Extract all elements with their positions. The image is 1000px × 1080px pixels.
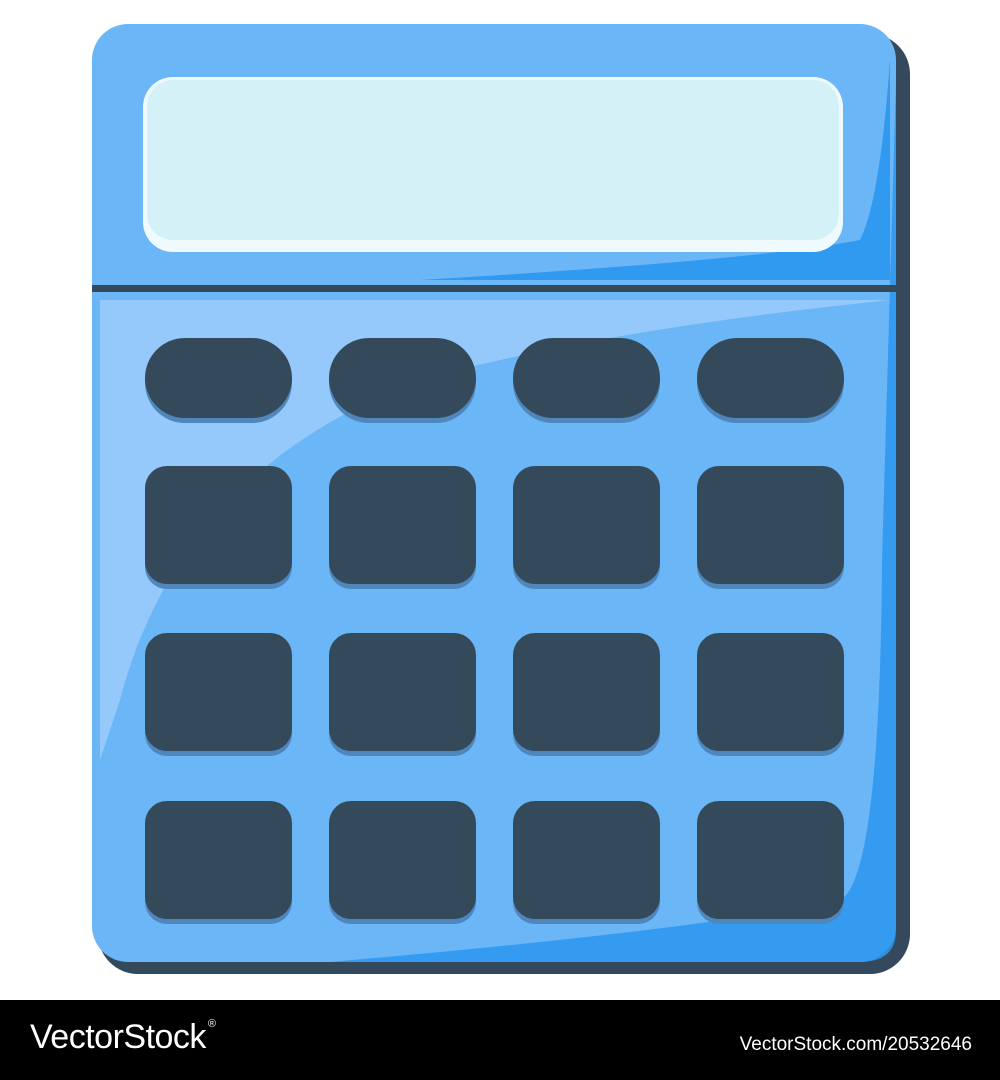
calculator-key	[697, 466, 844, 584]
watermark-logo: VectorStock ®	[30, 1018, 216, 1057]
calculator-key	[329, 633, 476, 751]
calculator-key	[697, 338, 844, 418]
watermark-logo-text: VectorStock	[30, 1018, 206, 1056]
calculator-key	[329, 338, 476, 418]
calculator-key	[329, 466, 476, 584]
calculator-illustration	[92, 24, 910, 974]
calculator-key	[697, 801, 844, 919]
registered-mark: ®	[207, 1018, 216, 1030]
calculator-key	[513, 801, 660, 919]
panel-divider	[92, 285, 896, 292]
calculator-key	[513, 633, 660, 751]
calculator-key	[697, 633, 844, 751]
watermark-stock-id: VectorStock.com/20532646	[739, 1034, 972, 1055]
calculator-key	[329, 801, 476, 919]
calculator-key	[145, 466, 292, 584]
display-screen	[147, 80, 839, 240]
calculator-key	[145, 801, 292, 919]
watermark-bar: VectorStock ® VectorStock.com/20532646	[0, 1000, 1000, 1080]
calculator-key	[145, 338, 292, 418]
calculator-key	[513, 338, 660, 418]
calculator-key	[513, 466, 660, 584]
calculator-key	[145, 633, 292, 751]
